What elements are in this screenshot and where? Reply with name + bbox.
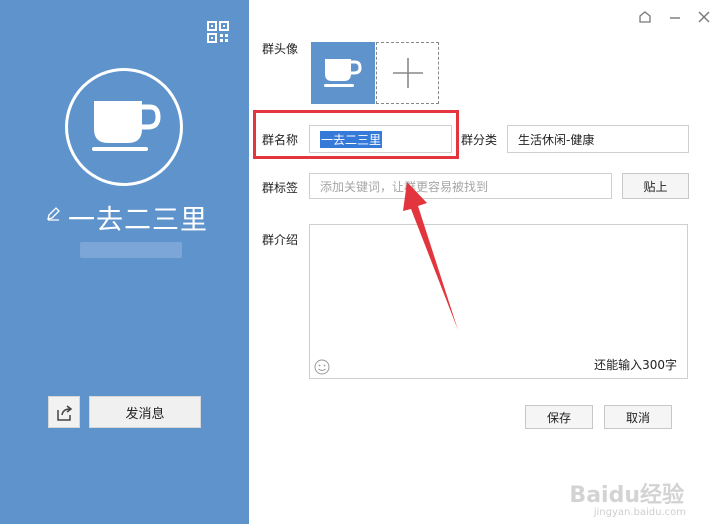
share-icon	[57, 405, 73, 421]
close-icon[interactable]	[697, 10, 711, 28]
save-button[interactable]: 保存	[525, 405, 593, 429]
group-name: 一去二三里	[68, 205, 208, 236]
paste-button[interactable]: 贴上	[622, 173, 689, 199]
watermark-logo: Baidu经验	[569, 483, 684, 508]
coffee-cup-icon	[92, 101, 161, 151]
intro-label: 群介绍	[262, 233, 299, 247]
watermark-url: jingyan.baidu.com	[593, 507, 686, 518]
send-message-button[interactable]: 发消息	[89, 396, 201, 428]
plus-icon	[392, 58, 423, 88]
add-avatar-button[interactable]	[376, 42, 439, 104]
share-button[interactable]	[48, 396, 80, 428]
group-avatar[interactable]	[65, 68, 183, 186]
avatar-label: 群头像	[262, 42, 299, 56]
tags-label: 群标签	[262, 181, 299, 195]
intro-char-counter: 还能输入300字	[594, 358, 677, 372]
minimize-icon[interactable]	[668, 10, 682, 28]
group-profile-sidebar: 一去二三里 发消息	[0, 0, 249, 524]
annotation-highlight-box	[253, 110, 459, 159]
group-category-value: 生活休闲-健康	[518, 132, 595, 147]
edit-icon[interactable]	[46, 207, 60, 225]
qr-code-icon[interactable]	[207, 21, 229, 43]
current-avatar-thumbnail[interactable]	[311, 42, 375, 104]
emoji-icon[interactable]	[314, 359, 330, 375]
skin-icon[interactable]	[638, 10, 652, 28]
blurred-group-id	[80, 242, 182, 258]
cancel-button[interactable]: 取消	[604, 405, 672, 429]
coffee-cup-icon	[324, 59, 362, 87]
group-intro-textarea[interactable]: 还能输入300字	[309, 224, 688, 379]
group-category-select[interactable]: 生活休闲-健康	[507, 125, 689, 153]
group-tags-input[interactable]: 添加关键词，让群更容易被找到	[309, 173, 612, 199]
tags-placeholder: 添加关键词，让群更容易被找到	[320, 179, 489, 194]
category-label: 群分类	[461, 133, 498, 147]
